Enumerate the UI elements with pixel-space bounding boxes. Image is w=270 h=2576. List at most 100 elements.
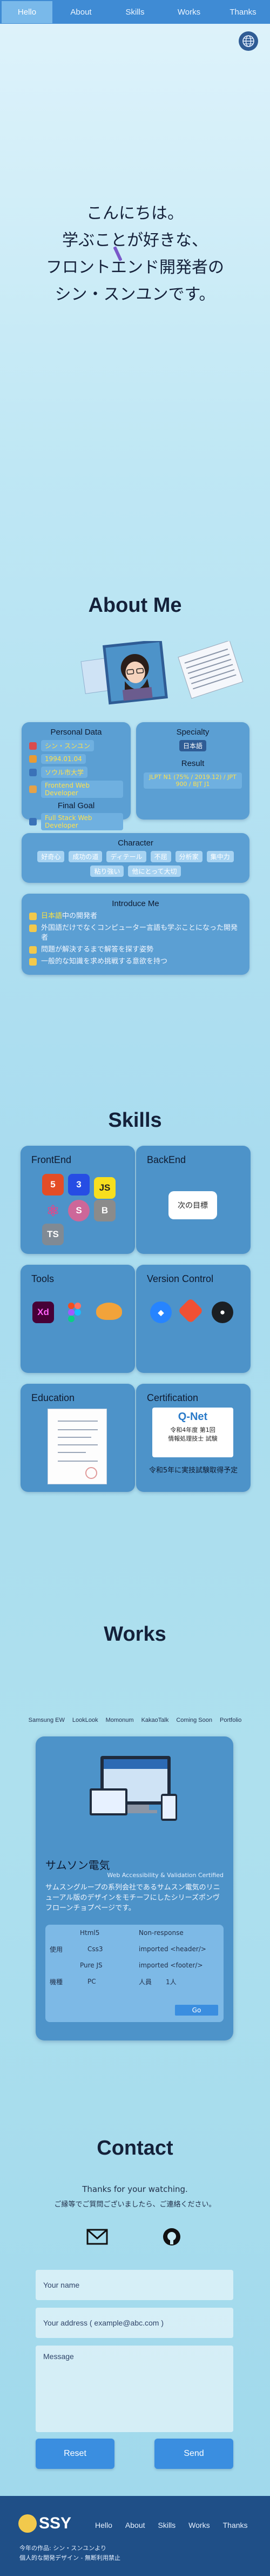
send-button[interactable]: Send [154,2439,233,2469]
tab-coming-soon[interactable]: Coming Soon [176,1717,212,1723]
footer-nav-works[interactable]: Works [188,2521,210,2529]
cert-line-1: 令和4年度 第1回 [170,1426,215,1434]
version-control-title: Version Control [147,1273,214,1284]
personal-row-job: Frontend Web Developer [29,781,123,798]
diploma-image[interactable] [48,1409,107,1484]
footer-nav-hello[interactable]: Hello [95,2521,112,2529]
intro-text: 一般的な知識を求め挑戦する意欲を持つ [41,957,168,966]
final-goal-row: Full Stack Web Developer [29,813,123,830]
spec-key: 使用 [50,1945,63,1953]
footer-nav-about[interactable]: About [125,2521,145,2529]
nav-skills[interactable]: Skills [110,1,160,23]
spec-right: imported <header/> [139,1945,206,1953]
intro-text: 外国語だけでなくコンピューター言語も学ぶことになった開発者 [41,924,238,942]
frontend-card: FrontEnd 5 3 JS ⚛ S B TS [21,1146,135,1254]
school-icon [29,768,37,776]
result-value: JLPT N1 (75% / 2019.12) / JPT 900 / BJT … [144,772,242,789]
nav-hello[interactable]: Hello [2,1,52,23]
croissant-icon [96,1303,122,1320]
target-icon [29,818,37,825]
trait-chip: 集中力 [206,851,234,862]
final-goal-value: Full Stack Web Developer [41,813,123,830]
character-title: Character [118,838,153,848]
briefcase-icon [29,785,37,793]
trait-chip: 分析家 [175,851,202,862]
star-icon [29,913,37,920]
trait-chip: 成功の道 [69,851,103,862]
contact-title: Contact [97,2137,173,2159]
about-illustration [0,639,270,717]
nav-works[interactable]: Works [164,1,214,23]
final-goal-title: Final Goal [57,801,95,810]
personal-job: Frontend Web Developer [41,781,123,798]
works-title: Works [104,1623,166,1646]
spec-left: PC [87,1978,96,1985]
sourcetree-icon: ◆ [150,1302,172,1323]
table-row: 使用 Css3 imported <header/> [45,1941,224,1957]
frontend-title: FrontEnd [31,1154,72,1165]
table-row: Html5 Non-response [45,1925,224,1941]
github-link[interactable] [162,2227,181,2249]
hero-line-3: フロントエンド開発者の [46,259,224,276]
tab-portfolio[interactable]: Portfolio [220,1717,241,1723]
language-button[interactable] [239,31,258,51]
backend-title: BackEnd [147,1154,186,1165]
education-title: Education [31,1392,75,1403]
tab-momonum[interactable]: Momonum [106,1717,134,1723]
reset-button[interactable]: Reset [36,2439,114,2469]
personal-data-card: Personal Data シン・スンユン 1994.01.04 ソウル市大学 … [22,722,131,830]
spec-right: Non-response [139,1929,184,1937]
tab-kakaotalk[interactable]: KakaoTalk [141,1717,169,1723]
introduce-title: Introduce Me [112,899,159,908]
footer-logo[interactable]: SSY [18,2514,71,2533]
tab-looklook[interactable]: LookLook [72,1717,98,1723]
sass-icon: S [68,1200,90,1221]
intro-text: 問題が解決するまで解答を探す姿勢 [41,946,154,954]
footer: SSY Hello About Skills Works Thanks 今年の作… [0,2496,270,2576]
nav-about[interactable]: About [56,1,106,23]
table-row: Pure JS imported <footer/> [45,1957,224,1973]
typescript-icon: TS [42,1224,64,1245]
device-mockup [90,1756,177,1821]
message-placeholder: Message [43,2352,74,2361]
footer-nav-skills[interactable]: Skills [158,2521,176,2529]
work-spec-table: Html5 Non-response 使用 Css3 imported <hea… [45,1925,224,2022]
bootstrap-icon: B [94,1200,116,1221]
certificate-image[interactable]: Q-Net 令和4年度 第1回 情報処理技士 試験 [152,1408,233,1457]
work-preview[interactable] [90,1756,181,1837]
intro-row: 日本語中の開発者 [29,911,242,921]
spec-key: 人員 [139,1978,152,1986]
specialty-title: Specialty [176,728,210,737]
tab-samsung[interactable]: Samsung EW [29,1717,65,1723]
result-wrap: JLPT N1 (75% / 2019.12) / JPT 900 / BJT … [144,772,242,789]
personal-row-name: シン・スンユン [29,740,123,751]
personal-school: ソウル市大学 [41,767,88,778]
mail-link[interactable] [86,2229,108,2247]
tools-card: Tools Xd [21,1265,135,1373]
trait-chip: 好奇心 [37,851,65,862]
certification-title: Certification [147,1392,199,1403]
hero-section: こんにちは。 学ぶことが好きな、 フロントエンド開発者の シン・スンユンです。 [0,200,270,308]
name-placeholder: Your name [43,2281,80,2289]
introduce-card: Introduce Me 日本語中の開発者 外国語だけでなくコンピューター言語も… [22,894,249,975]
version-control-card: Version Control ◆ ● [136,1265,251,1373]
specialty-value-wrap: 日本語 [144,740,242,751]
footer-line-1: 今年の作品: シン・スンユンより [19,2545,106,2552]
specialty-card: Specialty 日本語 Result JLPT N1 (75% / 2019… [136,722,249,820]
footer-nav: Hello About Skills Works Thanks [95,2521,248,2529]
html5-icon: 5 [42,1174,64,1195]
contact-line-1: Thanks for your watching. [82,2184,188,2194]
footer-nav-thanks[interactable]: Thanks [223,2521,248,2529]
go-button[interactable]: Go [175,2005,218,2016]
nav-thanks[interactable]: Thanks [218,1,268,23]
adobe-xd-icon: Xd [32,1302,54,1323]
star-icon [29,924,37,932]
specialty-value: 日本語 [179,740,206,751]
personal-row-birth: 1994.01.04 [29,754,123,764]
qnet-logo: Q-Net [178,1411,208,1423]
spec-left: Html5 [80,1929,100,1937]
table-row: 機種 PC 人員 1人 [45,1973,224,1990]
contact-line-2: ご縁等でご質問ございましたら、ご連絡ください。 [54,2201,216,2209]
spec-right: 1人 [166,1978,177,1986]
work-description: サムスングループの系列会社であるサムスン電気のリニューアル版のデザインをモチーフ… [45,1884,220,1912]
